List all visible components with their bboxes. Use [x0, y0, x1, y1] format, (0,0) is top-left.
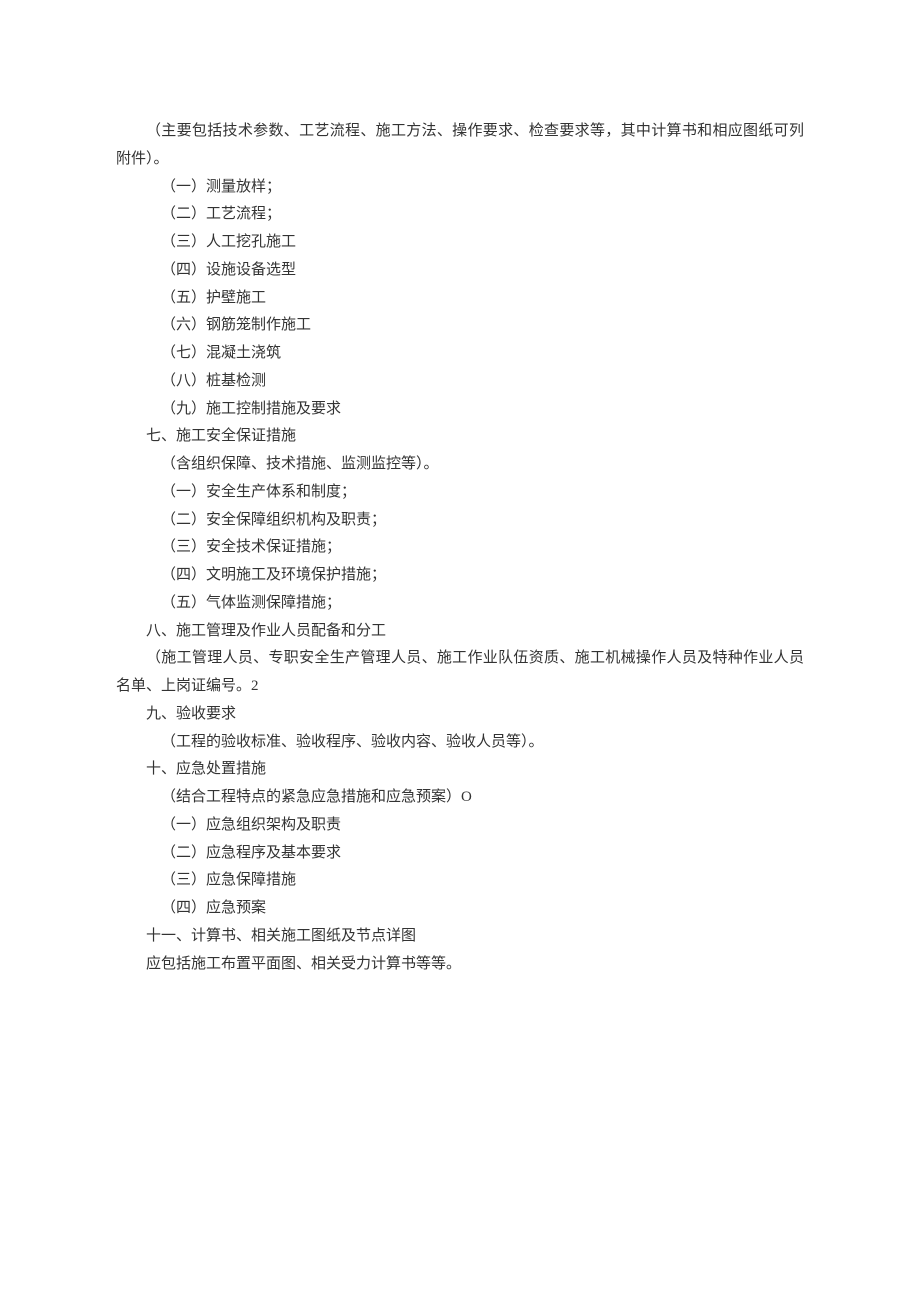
text-line: （四）应急预案	[116, 895, 804, 923]
text-line: 应包括施工布置平面图、相关受力计算书等等。	[116, 951, 804, 979]
text-line: （二）工艺流程；	[116, 201, 804, 229]
text-line: 九、验收要求	[116, 701, 804, 729]
text-line: （含组织保障、技术措施、监测监控等）。	[116, 451, 804, 479]
text-line: （工程的验收标准、验收程序、验收内容、验收人员等）。	[116, 729, 804, 757]
text-line: （七）混凝土浇筑	[116, 340, 804, 368]
text-line: 十、应急处置措施	[116, 756, 804, 784]
text-line: （八）桩基检测	[116, 368, 804, 396]
text-line: （一）应急组织架构及职责	[116, 812, 804, 840]
text-line: 十一、计算书、相关施工图纸及节点详图	[116, 923, 804, 951]
text-line: 八、施工管理及作业人员配备和分工	[116, 618, 804, 646]
text-line: （三）应急保障措施	[116, 867, 804, 895]
text-line: （一）安全生产体系和制度；	[116, 479, 804, 507]
text-line: （三）安全技术保证措施；	[116, 534, 804, 562]
text-line: （五）气体监测保障措施；	[116, 590, 804, 618]
text-line: （四）文明施工及环境保护措施；	[116, 562, 804, 590]
text-line: （五）护壁施工	[116, 285, 804, 313]
text-line: （二）应急程序及基本要求	[116, 840, 804, 868]
text-line: （四）设施设备选型	[116, 257, 804, 285]
text-line: （二）安全保障组织机构及职责；	[116, 507, 804, 535]
text-line: （六）钢筋笼制作施工	[116, 312, 804, 340]
text-line: （三）人工挖孔施工	[116, 229, 804, 257]
text-line: （九）施工控制措施及要求	[116, 396, 804, 424]
document-page: （主要包括技术参数、工艺流程、施工方法、操作要求、检查要求等，其中计算书和相应图…	[0, 0, 920, 1301]
text-line: （结合工程特点的紧急应急措施和应急预案）O	[116, 784, 804, 812]
text-line: （一）测量放样；	[116, 174, 804, 202]
text-line: （主要包括技术参数、工艺流程、施工方法、操作要求、检查要求等，其中计算书和相应图…	[116, 118, 804, 174]
text-line: 七、施工安全保证措施	[116, 423, 804, 451]
text-line: （施工管理人员、专职安全生产管理人员、施工作业队伍资质、施工机械操作人员及特种作…	[116, 645, 804, 701]
